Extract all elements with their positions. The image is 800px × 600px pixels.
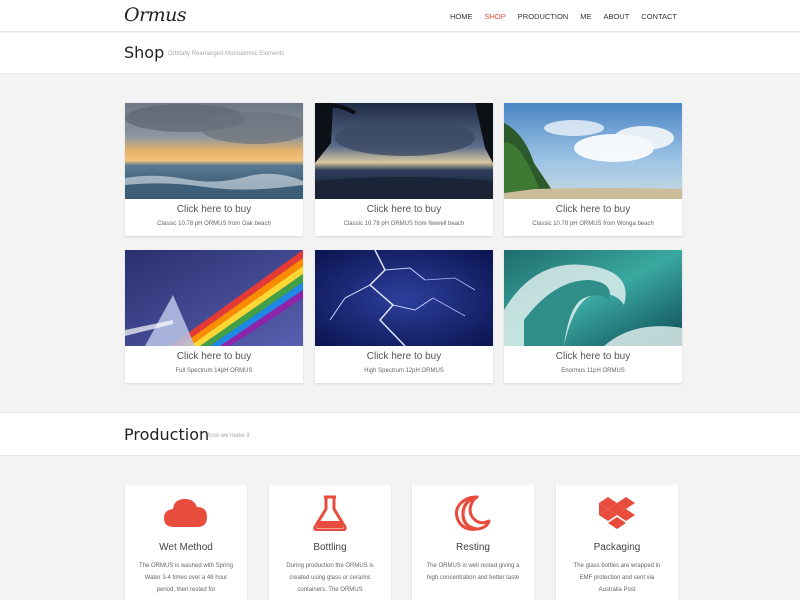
nav-home[interactable]: HOME	[450, 12, 473, 21]
step-title: Wet Method	[159, 542, 213, 553]
buy-link[interactable]: Click here to buy	[125, 204, 303, 215]
nav-contact[interactable]: CONTACT	[641, 12, 677, 21]
production-title: Production	[124, 425, 210, 444]
product-card-enormus[interactable]: Click here to buy Enormus 11pH ORMUS	[504, 250, 682, 383]
production-step-bottling: Bottling During production the ORMUS is …	[269, 485, 391, 600]
step-text: During production the ORMUS is created u…	[286, 563, 374, 593]
product-description: Enormus 11pH ORMUS	[561, 368, 625, 374]
product-card-wonga-beach[interactable]: Click here to buy Classic 10.78 pH ORMUS…	[504, 103, 682, 236]
product-image-lightning[interactable]	[315, 250, 493, 346]
buy-link[interactable]: Click here to buy	[125, 351, 303, 362]
product-image-palm-beach-storm[interactable]	[315, 103, 493, 199]
product-description: Classic 10.78 pH ORMUS from Wonga beach	[532, 221, 654, 227]
production-step-wet-method: Wet Method The ORMUS is washed with Spri…	[125, 485, 247, 600]
product-card-newell-beach[interactable]: Click here to buy Classic 10.78 pH ORMUS…	[315, 103, 493, 236]
nav-production[interactable]: PRODUCTION	[518, 12, 568, 21]
navbar: Ormus HOME SHOP PRODUCTION ME ABOUT CONT…	[0, 0, 800, 32]
nav-me[interactable]: ME	[580, 12, 591, 21]
buy-link[interactable]: Click here to buy	[315, 351, 493, 362]
product-image-ocean-sunset[interactable]	[125, 103, 303, 199]
dropbox-icon	[556, 495, 678, 531]
step-text: The glass bottles are wrapped in EMF pro…	[573, 563, 661, 593]
product-image-prism-rainbow[interactable]	[125, 250, 303, 346]
product-description: Classic 10.78 pH ORMUS from Oak beach	[157, 221, 271, 227]
step-text: The ORMUS is washed with Spring Water 3-…	[138, 563, 234, 593]
product-image-wave[interactable]	[504, 250, 682, 346]
shop-subtitle: Orbitally Rearranged Monoatomic Elements	[168, 51, 285, 57]
cloud-icon	[125, 495, 247, 531]
buy-link[interactable]: Click here to buy	[315, 204, 493, 215]
production-subtitle: how we make it	[208, 433, 250, 439]
product-description: Full Spectrum 14pH ORMUS	[175, 368, 253, 374]
production-header: Production how we make it	[0, 412, 800, 456]
nav-about[interactable]: ABOUT	[603, 12, 629, 21]
product-description: High Spectrum 12pH ORMUS	[364, 368, 444, 374]
product-image-tropical-beach[interactable]	[504, 103, 682, 199]
main-nav: HOME SHOP PRODUCTION ME ABOUT CONTACT	[438, 0, 677, 32]
production-step-resting: Resting The ORMUS is well rested giving …	[412, 485, 534, 600]
product-description: Classic 10.78 pH ORMUS from Newell beach	[343, 221, 465, 227]
step-text: The ORMUS is well rested giving a high c…	[426, 563, 520, 581]
buy-link[interactable]: Click here to buy	[504, 351, 682, 362]
step-title: Packaging	[593, 542, 641, 553]
step-title: Bottling	[313, 542, 347, 553]
logo[interactable]: Ormus	[124, 4, 187, 26]
shop-title: Shop	[124, 43, 165, 62]
production-step-packaging: Packaging The glass bottles are wrapped …	[556, 485, 678, 600]
moon-icon	[412, 495, 534, 531]
buy-link[interactable]: Click here to buy	[504, 204, 682, 215]
nav-shop[interactable]: SHOP	[485, 12, 506, 21]
product-card-oak-beach[interactable]: Click here to buy Classic 10.78 pH ORMUS…	[125, 103, 303, 236]
flask-icon	[269, 495, 391, 531]
product-card-full-spectrum[interactable]: Click here to buy Full Spectrum 14pH ORM…	[125, 250, 303, 383]
product-card-high-spectrum[interactable]: Click here to buy High Spectrum 12pH ORM…	[315, 250, 493, 383]
step-title: Resting	[456, 542, 490, 553]
shop-header: Shop Orbitally Rearranged Monoatomic Ele…	[0, 33, 800, 74]
